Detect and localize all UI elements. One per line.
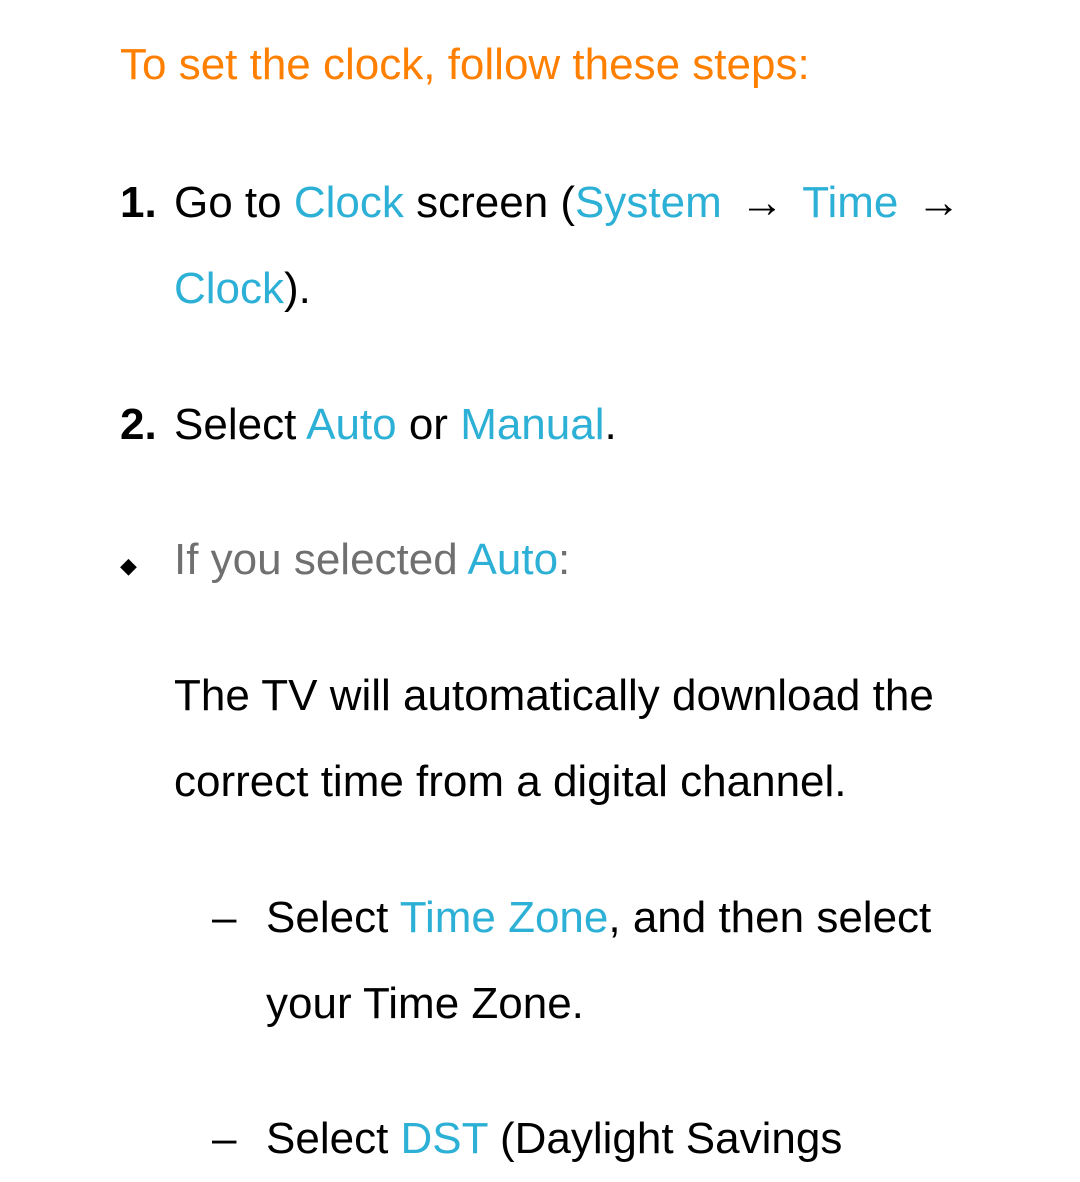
text: . xyxy=(605,400,617,449)
text: Select xyxy=(174,400,306,449)
dash-bullet-icon: – xyxy=(212,1096,266,1182)
option-time-zone: Time Zone xyxy=(400,893,609,942)
step-number: 2. xyxy=(120,382,174,468)
sub-item-1: – Select Time Zone, and then select your… xyxy=(174,875,1020,1047)
text: If you selected xyxy=(174,535,468,584)
sub-item-body: Select Time Zone, and then select your T… xyxy=(266,875,1020,1047)
arrow-icon: → xyxy=(722,178,802,227)
option-auto: Auto xyxy=(468,535,559,584)
step-2: 2. Select Auto or Manual. xyxy=(120,382,1020,468)
dash-bullet-icon: – xyxy=(212,875,266,1047)
option-auto: Auto xyxy=(306,400,397,449)
section-heading: To set the clock, follow these steps: xyxy=(120,40,1020,90)
menu-clock: Clock xyxy=(174,264,284,313)
step-number: 1. xyxy=(120,160,174,332)
text: Go to xyxy=(174,178,294,227)
sub-item-2: – Select DST (Daylight Savings xyxy=(174,1096,1020,1182)
text: screen ( xyxy=(404,178,575,227)
menu-clock: Clock xyxy=(294,178,404,227)
text: or xyxy=(397,400,461,449)
bullet-item: ◆ If you selected Auto: The TV will auto… xyxy=(120,517,1020,1182)
step-body: Go to Clock screen (System → Time → Cloc… xyxy=(174,160,1020,332)
sub-item-body: Select DST (Daylight Savings xyxy=(266,1096,1020,1182)
text: Select xyxy=(266,893,400,942)
menu-time: Time xyxy=(802,178,898,227)
text: ). xyxy=(284,264,311,313)
text: Select xyxy=(266,1114,401,1163)
step-1: 1. Go to Clock screen (System → Time → C… xyxy=(120,160,1020,332)
option-manual: Manual xyxy=(460,400,604,449)
diamond-bullet-icon: ◆ xyxy=(120,517,174,1182)
bullet-lead: If you selected Auto: xyxy=(174,517,1020,603)
bullet-description: The TV will automatically download the c… xyxy=(174,653,1020,825)
text: : xyxy=(558,535,570,584)
menu-system: System xyxy=(575,178,722,227)
arrow-icon: → xyxy=(898,178,966,227)
option-dst: DST xyxy=(401,1114,488,1163)
step-body: Select Auto or Manual. xyxy=(174,382,1020,468)
bullet-body: If you selected Auto: The TV will automa… xyxy=(174,517,1020,1182)
text: (Daylight Savings xyxy=(488,1114,843,1163)
